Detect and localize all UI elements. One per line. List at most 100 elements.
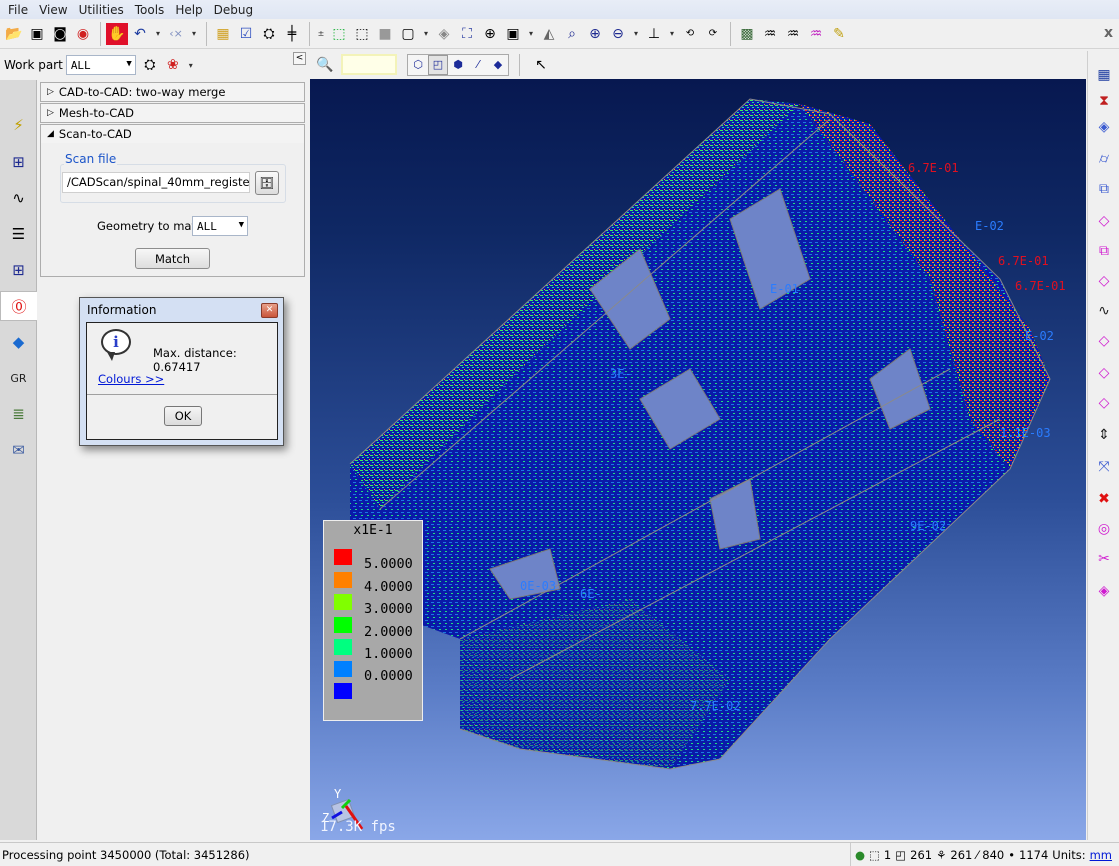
surface-stack-icon[interactable]: ⧉ [1091, 177, 1117, 201]
select-surface-icon[interactable]: ⬢ [448, 55, 468, 75]
work-part-select[interactable]: ALL ▼ [65, 55, 136, 75]
surface-flip-icon[interactable]: ◇ [1091, 391, 1117, 415]
surface-expand-icon[interactable]: ⤧ [1091, 455, 1117, 479]
rgb-colour-icon[interactable]: ❀ [162, 54, 184, 76]
dialog-close-button[interactable]: ✕ [261, 303, 278, 318]
rotate-90-icon[interactable]: ⟲ [679, 23, 701, 45]
record-icon[interactable]: ◉ [72, 23, 94, 45]
undo-icon[interactable]: ↶ [129, 23, 151, 45]
select-edge-icon[interactable]: ⁄ [468, 55, 488, 75]
magnifier-icon[interactable]: 🔍 [314, 54, 336, 76]
fit-all-icon[interactable]: ⛶ [456, 23, 478, 45]
paint-brush-icon[interactable]: ✎ [828, 23, 850, 45]
tab-gr[interactable]: GR [0, 363, 37, 393]
globe-rotate-icon[interactable]: ⊕ [479, 23, 501, 45]
close-icon[interactable]: x [1104, 25, 1113, 41]
rotate-90-alt-icon[interactable]: ⟳ [702, 23, 724, 45]
tree-icon[interactable]: ⊞ [0, 147, 37, 177]
ok-button[interactable]: OK [164, 406, 202, 426]
zoom-dropdown-icon[interactable]: ▾ [630, 23, 642, 45]
units-link[interactable]: mm [1090, 848, 1112, 862]
measure-icon[interactable]: ╪ [281, 23, 303, 45]
surface-down-icon[interactable]: ◇ [1091, 329, 1117, 353]
open-icon[interactable]: 📂 [3, 23, 25, 45]
scan-file-input[interactable]: /CADScan/spinal_40mm_register.ply [62, 172, 250, 193]
select-vertex-icon[interactable]: ◆ [488, 55, 508, 75]
texture-icon[interactable]: ▦ [212, 23, 234, 45]
stethoscope-icon[interactable]: ∿ [0, 183, 37, 213]
box-icon[interactable]: ▢ [397, 23, 419, 45]
redo-icon[interactable]: ‹× [165, 23, 187, 45]
camera-icon[interactable]: ◙ [49, 23, 71, 45]
axis-icon[interactable]: ⊥ [643, 23, 665, 45]
menu-help[interactable]: Help [171, 3, 209, 17]
add-list-icon[interactable]: ⊞ [0, 255, 37, 285]
menu-utilities[interactable]: Utilities [75, 3, 131, 17]
surface-cut-scissors-icon[interactable]: ✂ [1091, 547, 1117, 571]
pointer-icon[interactable]: ↖ [530, 54, 552, 76]
solid-shade-icon[interactable]: ■ [374, 23, 396, 45]
section-mesh-to-cad[interactable]: ▷ Mesh-to-CAD [40, 103, 305, 123]
curve-icon[interactable]: ∿ [1091, 299, 1117, 323]
collapse-icon: ◢ [47, 129, 54, 139]
mesh-icon[interactable]: ▩ [736, 23, 758, 45]
surface-point-icon[interactable]: ◎ [1091, 517, 1117, 541]
zoom-in-icon[interactable]: ⊕ [584, 23, 606, 45]
edge-total: 840 [982, 848, 1005, 862]
script-icon[interactable]: ☑ [235, 23, 257, 45]
surface-copy-icon[interactable]: ⧉ [1091, 239, 1117, 263]
pivot-icon[interactable]: ◈ [433, 23, 455, 45]
plus-minus-icon[interactable]: ± [315, 23, 327, 45]
section-scan-to-cad[interactable]: ◢ Scan-to-CAD [40, 124, 305, 144]
colour-dropdown-icon[interactable]: ▾ [185, 54, 197, 76]
redo-dropdown-icon[interactable]: ▾ [188, 23, 200, 45]
cylinder-icon[interactable]: ⌭ [1091, 147, 1117, 171]
match-button[interactable]: Match [135, 248, 210, 269]
box-dropdown-icon[interactable]: ▾ [420, 23, 432, 45]
scroll-icon[interactable]: ✉ [0, 435, 37, 465]
binoculars-colour-icon[interactable]: ⛭ [139, 54, 161, 76]
wireframe-icon[interactable]: ⬚ [351, 23, 373, 45]
frame-icon[interactable]: ▣ [502, 23, 524, 45]
colour-map-icon[interactable]: ◆ [0, 327, 37, 357]
menu-tools[interactable]: Tools [131, 3, 172, 17]
compare-icon[interactable]: ⓪ [0, 291, 37, 321]
extrude-icon[interactable]: ⇕ [1091, 423, 1117, 447]
lightning-icon[interactable]: ⚡ [0, 110, 37, 140]
section-cad-to-cad[interactable]: ▷ CAD-to-CAD: two-way merge [40, 82, 305, 102]
layers-icon[interactable]: ≣ [0, 399, 37, 429]
browse-file-button[interactable]: 🗄 [255, 171, 279, 195]
zoom-box-icon[interactable]: ⌕ [561, 23, 583, 45]
zoom-out-icon[interactable]: ⊖ [607, 23, 629, 45]
hourglass-icon[interactable]: ⧗ [1091, 89, 1117, 113]
surface-split-icon[interactable]: ◇ [1091, 269, 1117, 293]
geometry-to-match-select[interactable]: ALL ▼ [192, 216, 248, 236]
surface-edit-icon[interactable]: ◇ [1091, 361, 1117, 385]
menu-file[interactable]: File [4, 3, 35, 17]
3d-viewport[interactable]: 6.7E-01 6.7E-01 6.7E-01 E-02 E-02 E-01 3… [310, 79, 1086, 840]
surface-cut-icon[interactable]: ◈ [1091, 115, 1117, 139]
save-icon[interactable]: ▣ [26, 23, 48, 45]
surface-g-icon[interactable]: ◇ [1091, 209, 1117, 233]
grid-view-icon[interactable]: ▦ [1091, 63, 1117, 87]
collapse-panel-button[interactable]: < [293, 52, 306, 65]
viewport-search-input[interactable] [341, 54, 397, 75]
select-body-icon[interactable]: ⬡ [408, 55, 428, 75]
menu-view[interactable]: View [35, 3, 74, 17]
frame-dropdown-icon[interactable]: ▾ [525, 23, 537, 45]
ear-1-icon[interactable]: ♒ [759, 23, 781, 45]
menu-debug[interactable]: Debug [210, 3, 260, 17]
camera-view-icon[interactable]: ◭ [538, 23, 560, 45]
colours-link[interactable]: Colours >> [98, 372, 164, 386]
ear-icon[interactable]: ♒ [782, 23, 804, 45]
axis-dropdown-icon[interactable]: ▾ [666, 23, 678, 45]
undo-dropdown-icon[interactable]: ▾ [152, 23, 164, 45]
tools-icon[interactable]: ☰ [0, 219, 37, 249]
select-face-icon[interactable]: ◰ [428, 54, 448, 75]
delete-stamp-icon[interactable]: ✖ [1091, 487, 1117, 511]
plane-intersect-icon[interactable]: ◈ [1091, 579, 1117, 603]
binoculars-icon[interactable]: ⛭ [258, 23, 280, 45]
ear-colour-icon[interactable]: ♒ [805, 23, 827, 45]
wireframe-green-icon[interactable]: ⬚ [328, 23, 350, 45]
hand-icon[interactable]: ✋ [106, 22, 128, 45]
